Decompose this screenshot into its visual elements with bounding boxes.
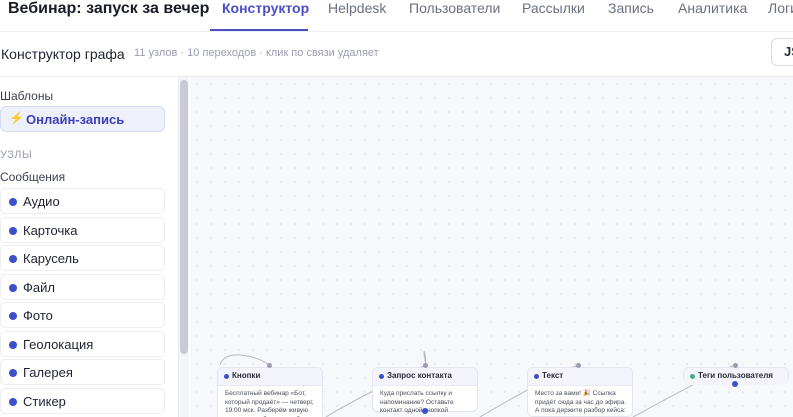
templates-label: Шаблоны [0,89,54,103]
palette-item-label: Карусель [23,251,79,266]
node-type-dot [690,374,695,379]
node-dot-icon [9,312,17,320]
graph-node-text[interactable]: Текст Место за вами! 🎉 Ссылка придёт сюд… [527,367,633,417]
node-dot-icon [9,227,17,235]
tab-analytics[interactable]: Аналитика [678,0,747,16]
palette-item-label: Карточка [23,223,78,238]
palette-item-file[interactable]: Файл [0,274,165,300]
nodes-label: УЗЛЫ [0,149,33,161]
tab-constructor[interactable]: Конструктор [222,0,309,16]
node-input-port[interactable] [423,363,428,368]
node-title: Кнопки [232,371,261,380]
graph-stats: 11 узлов · 10 переходов · клик по связи … [134,47,379,59]
tab-users[interactable]: Пользователи [409,0,500,16]
node-type-dot [379,374,384,379]
node-input-port[interactable] [576,363,581,368]
connections-layer [219,351,736,417]
palette-item-photo[interactable]: Фото [0,302,165,328]
palette-item-geolocation[interactable]: Геолокация [0,331,165,357]
node-type-dot [224,374,229,379]
tab-helpdesk[interactable]: Helpdesk [328,0,386,16]
palette-item-label: Геолокация [23,337,94,352]
tab-mailings[interactable]: Рассылки [522,0,585,16]
messages-label: Сообщения [0,170,66,184]
graph-node-contact-request[interactable]: Запрос контакта Куда прислать ссылку и н… [372,367,478,414]
node-title: Теги пользователя [698,371,773,380]
node-header: Запрос контакта [373,368,477,386]
template-label: Онлайн-запись [26,112,125,127]
node-dot-icon [9,341,17,349]
node-title: Запрос контакта [387,371,452,380]
node-dot-icon [9,198,17,206]
node-type-dot [534,374,539,379]
node-text: Бесплатный вебинар «Бот, который продаёт… [225,390,314,417]
node-header: Текст [528,368,632,386]
app-title: Вебинар: запуск за вечер [8,0,210,17]
palette-item-label: Файл [23,280,55,295]
page-title: Конструктор графа [1,46,125,62]
palette-item-carousel[interactable]: Карусель [0,245,165,271]
tab-booking[interactable]: Запись [608,0,654,16]
tab-logs[interactable]: Логи [768,0,793,16]
node-input-port[interactable] [733,363,738,368]
node-dot-icon [9,369,17,377]
node-title: Текст [542,371,564,380]
palette-item-audio[interactable]: Аудио [0,188,165,214]
node-output-port[interactable] [422,408,428,414]
lightning-icon: ⚡ [9,111,24,125]
palette-item-label: Стикер [23,394,66,409]
node-input-port[interactable] [267,363,272,368]
palette-item-card[interactable]: Карточка [0,217,165,243]
connection-edge[interactable] [219,354,270,366]
node-dot-icon [9,255,17,263]
active-tab-indicator [210,29,308,31]
node-palette: Шаблоны ⚡ Онлайн-запись УЗЛЫ Сообщения А… [0,77,179,417]
palette-item-gallery[interactable]: Галерея [0,359,165,385]
graph-node-buttons[interactable]: Кнопки Бесплатный вебинар «Бот, который … [217,367,323,417]
node-dot-icon [9,284,17,292]
template-online-booking[interactable]: ⚡ Онлайн-запись [0,106,165,132]
node-text: Место за вами! 🎉 Ссылка придёт сюда за ч… [535,390,627,417]
palette-item-label: Галерея [23,365,73,380]
top-bar: Вебинар: запуск за вечер Конструктор Hel… [0,0,793,32]
node-output-port[interactable] [732,381,738,387]
node-header: Кнопки [218,368,322,386]
node-dot-icon [9,398,17,406]
graph-header: Конструктор графа 11 узлов · 10 переходо… [0,32,793,77]
palette-item-label: Аудио [23,194,60,209]
palette-item-sticker[interactable]: Стикер [0,388,165,414]
graph-canvas[interactable]: Кнопки Бесплатный вебинар «Бот, который … [190,77,793,417]
palette-item-label: Фото [23,308,53,323]
json-button[interactable]: JSON [771,38,793,66]
sidebar-scroll-thumb[interactable] [180,80,188,354]
